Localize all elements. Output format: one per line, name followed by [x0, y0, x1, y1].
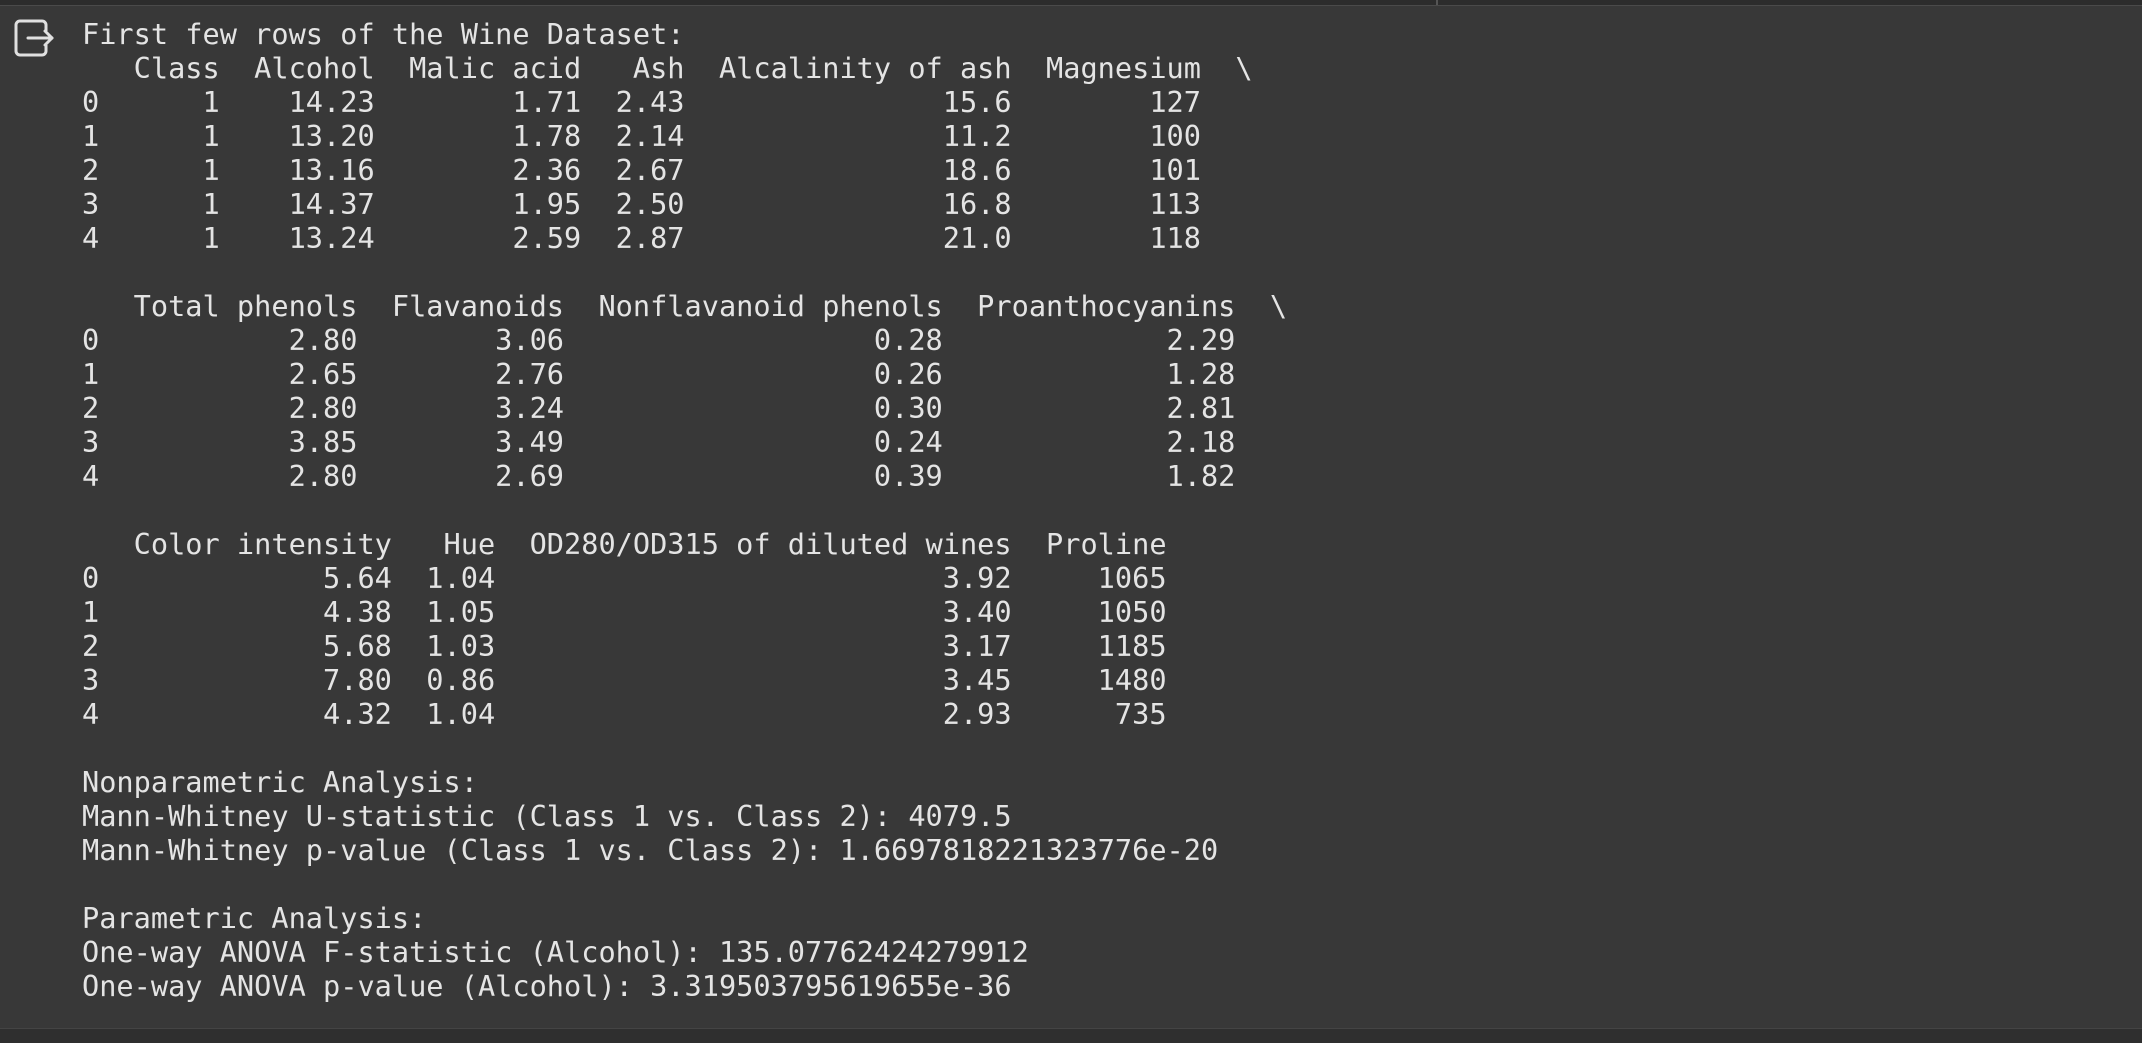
table3-row-line: 2 5.68 1.03 3.17 1185 [82, 629, 1167, 663]
table2-row-line: 3 3.85 3.49 0.24 2.18 [82, 425, 1236, 459]
table1-row-line: 2 1 13.16 2.36 2.67 18.6 101 [82, 153, 1201, 187]
anova-f-line: One-way ANOVA F-statistic (Alcohol): 135… [82, 935, 1029, 969]
table1-row-line: 3 1 14.37 1.95 2.50 16.8 113 [82, 187, 1201, 221]
table2-header-line: Total phenols Flavanoids Nonflavanoid ph… [82, 289, 1288, 323]
panel-divider [1436, 0, 1438, 5]
table1-row-line: 1 1 13.20 1.78 2.14 11.2 100 [82, 119, 1201, 153]
table2-row-line: 1 2.65 2.76 0.26 1.28 [82, 357, 1236, 391]
table3-header-line: Color intensity Hue OD280/OD315 of dilut… [82, 527, 1167, 561]
table1-row-line: 0 1 14.23 1.71 2.43 15.6 127 [82, 85, 1201, 119]
table2-row-line: 2 2.80 3.24 0.30 2.81 [82, 391, 1236, 425]
table1-header-line: Class Alcohol Malic acid Ash Alcalinity … [82, 51, 1253, 85]
table3-row-line: 3 7.80 0.86 3.45 1480 [82, 663, 1167, 697]
table3-row-line: 0 5.64 1.04 3.92 1065 [82, 561, 1167, 595]
bottom-border [0, 1028, 2142, 1043]
table1-row-line: 4 1 13.24 2.59 2.87 21.0 118 [82, 221, 1201, 255]
mann-whitney-u-line: Mann-Whitney U-statistic (Class 1 vs. Cl… [82, 799, 1012, 833]
anova-p-line: One-way ANOVA p-value (Alcohol): 3.31950… [82, 969, 1012, 1003]
table2-row-line: 0 2.80 3.06 0.28 2.29 [82, 323, 1236, 357]
nonparametric-heading: Nonparametric Analysis: [82, 765, 478, 799]
top-border [0, 0, 2142, 6]
table3-row-line: 4 4.32 1.04 2.93 735 [82, 697, 1167, 731]
output-exit-icon[interactable] [14, 18, 56, 60]
table3-row-line: 1 4.38 1.05 3.40 1050 [82, 595, 1167, 629]
parametric-heading: Parametric Analysis: [82, 901, 427, 935]
table2-row-line: 4 2.80 2.69 0.39 1.82 [82, 459, 1236, 493]
mann-whitney-p-line: Mann-Whitney p-value (Class 1 vs. Class … [82, 833, 1219, 867]
output-title-line: First few rows of the Wine Dataset: [82, 17, 685, 51]
cell-output: First few rows of the Wine Dataset: Clas… [82, 17, 1287, 1003]
